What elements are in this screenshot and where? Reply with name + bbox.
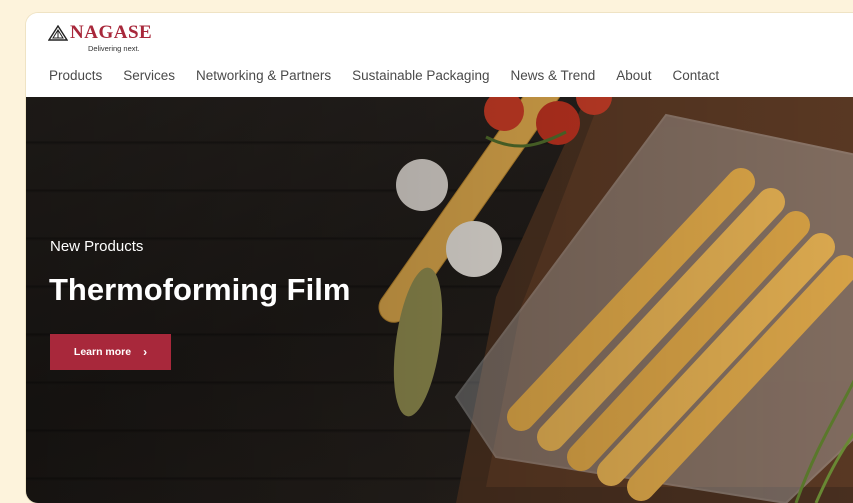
brand-name: NAGASE [70,22,153,43]
hero-title: Thermoforming Film [49,272,351,307]
nav-item-products[interactable]: Products [49,68,102,83]
site-header: NAGASE Delivering next. Products Service… [26,13,853,97]
logo[interactable]: NAGASE Delivering next. [48,23,152,53]
chevron-right-icon: › [143,345,148,359]
nav-item-networking-partners[interactable]: Networking & Partners [196,68,331,83]
nav-item-sustainable-packaging[interactable]: Sustainable Packaging [352,68,489,83]
nav-item-services[interactable]: Services [123,68,175,83]
hero-banner: New Products Thermoforming Film Learn mo… [26,97,853,503]
nav-item-about[interactable]: About [616,68,651,83]
nav-item-contact[interactable]: Contact [673,68,720,83]
nav-item-news-trend[interactable]: News & Trend [510,68,595,83]
learn-more-label: Learn more [73,346,132,358]
browser-window: NAGASE Delivering next. Products Service… [26,13,853,503]
main-nav: Products Services Networking & Partners … [49,68,740,83]
hero-eyebrow: New Products [50,238,144,255]
learn-more-button[interactable]: Learn more › [50,334,171,370]
nagase-logo-icon [48,25,68,41]
brand-tagline: Delivering next. [88,44,140,53]
